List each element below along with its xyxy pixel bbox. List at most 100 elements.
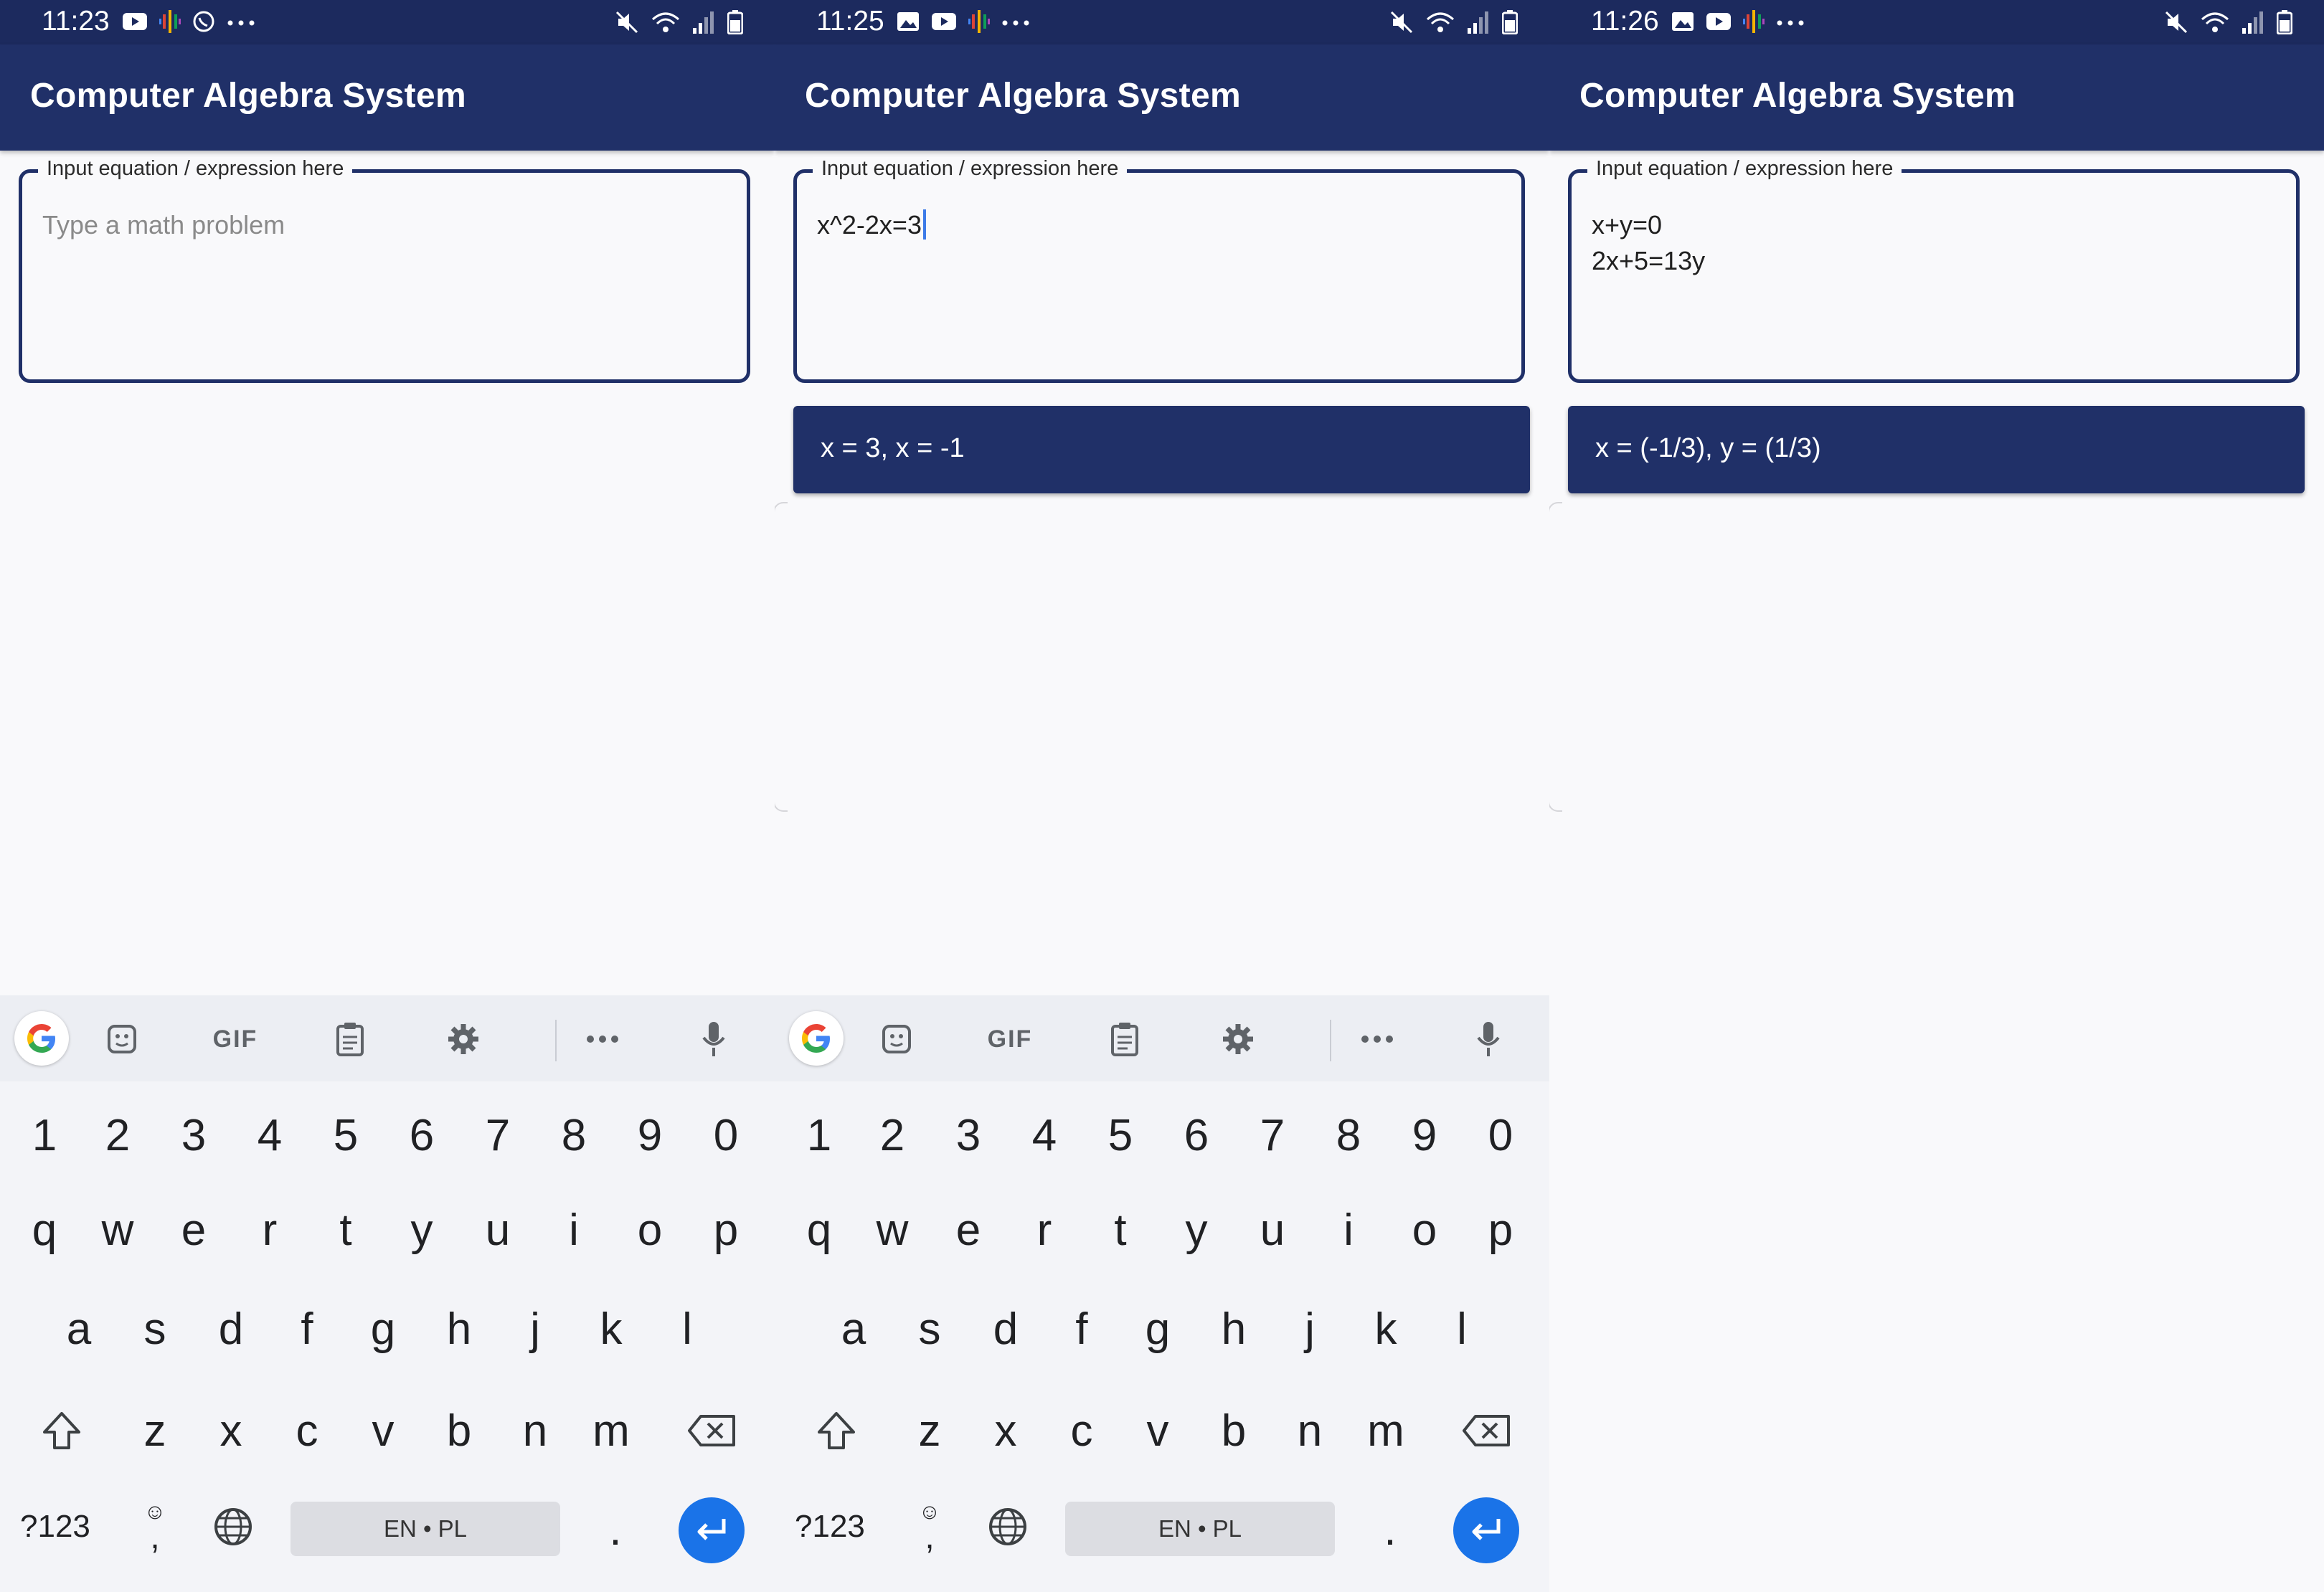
key-5[interactable]: 5 <box>1086 1096 1155 1175</box>
more-icon[interactable] <box>577 1014 628 1064</box>
comma-emoji-key[interactable]: ☺, <box>121 1487 189 1566</box>
key-l[interactable]: l <box>653 1289 722 1368</box>
key-f[interactable]: f <box>273 1289 341 1368</box>
comma-emoji-key[interactable]: ☺, <box>895 1487 964 1566</box>
key-v[interactable]: v <box>1123 1391 1192 1470</box>
key-4[interactable]: 4 <box>1010 1096 1079 1175</box>
key-1[interactable]: 1 <box>785 1096 854 1175</box>
key-6[interactable]: 6 <box>1162 1096 1231 1175</box>
key-7[interactable]: 7 <box>463 1096 532 1175</box>
key-d[interactable]: d <box>197 1289 265 1368</box>
key-z[interactable]: z <box>121 1391 189 1470</box>
key-b[interactable]: b <box>425 1391 493 1470</box>
key-q[interactable]: q <box>785 1190 854 1269</box>
key-x[interactable]: x <box>971 1391 1040 1470</box>
equation-input[interactable]: Input equation / expression here x^2-2x=… <box>793 157 1525 383</box>
key-0[interactable]: 0 <box>691 1096 760 1175</box>
key-p[interactable]: p <box>1466 1190 1535 1269</box>
key-4[interactable]: 4 <box>235 1096 304 1175</box>
key-r[interactable]: r <box>235 1190 304 1269</box>
space-bar[interactable]: EN • PL <box>290 1502 560 1556</box>
key-l[interactable]: l <box>1427 1289 1496 1368</box>
backspace-key[interactable] <box>1452 1391 1521 1470</box>
sticker-icon[interactable] <box>97 1014 147 1064</box>
key-m[interactable]: m <box>1351 1391 1420 1470</box>
key-n[interactable]: n <box>501 1391 570 1470</box>
key-j[interactable]: j <box>1275 1289 1344 1368</box>
key-7[interactable]: 7 <box>1238 1096 1307 1175</box>
key-u[interactable]: u <box>463 1190 532 1269</box>
shift-key[interactable] <box>802 1391 871 1470</box>
gear-icon[interactable] <box>438 1014 488 1064</box>
key-u[interactable]: u <box>1238 1190 1307 1269</box>
key-y[interactable]: y <box>1162 1190 1231 1269</box>
key-z[interactable]: z <box>895 1391 964 1470</box>
key-a[interactable]: a <box>819 1289 888 1368</box>
key-g[interactable]: g <box>1123 1289 1192 1368</box>
key-k[interactable]: k <box>1351 1289 1420 1368</box>
key-6[interactable]: 6 <box>387 1096 456 1175</box>
key-n[interactable]: n <box>1275 1391 1344 1470</box>
key-g[interactable]: g <box>349 1289 417 1368</box>
clipboard-icon[interactable] <box>1100 1014 1150 1064</box>
key-e[interactable]: e <box>159 1190 228 1269</box>
key-e[interactable]: e <box>934 1190 1003 1269</box>
key-m[interactable]: m <box>577 1391 646 1470</box>
space-bar[interactable]: EN • PL <box>1065 1502 1335 1556</box>
gear-icon[interactable] <box>1213 1014 1263 1064</box>
key-9[interactable]: 9 <box>615 1096 684 1175</box>
gif-button[interactable]: GIF <box>210 1014 260 1064</box>
equation-input[interactable]: Input equation / expression here Type a … <box>19 157 750 383</box>
key-w[interactable]: w <box>858 1190 927 1269</box>
key-o[interactable]: o <box>1390 1190 1459 1269</box>
key-2[interactable]: 2 <box>858 1096 927 1175</box>
mic-icon[interactable] <box>1463 1014 1513 1064</box>
key-d[interactable]: d <box>971 1289 1040 1368</box>
key-3[interactable]: 3 <box>159 1096 228 1175</box>
key-y[interactable]: y <box>387 1190 456 1269</box>
gif-button[interactable]: GIF <box>985 1014 1035 1064</box>
symbols-key[interactable]: ?123 <box>795 1509 865 1545</box>
key-p[interactable]: p <box>691 1190 760 1269</box>
key-t[interactable]: t <box>311 1190 380 1269</box>
key-0[interactable]: 0 <box>1466 1096 1535 1175</box>
more-icon[interactable] <box>1352 1014 1402 1064</box>
google-icon[interactable] <box>14 1011 69 1066</box>
key-r[interactable]: r <box>1010 1190 1079 1269</box>
key-w[interactable]: w <box>83 1190 152 1269</box>
key-s[interactable]: s <box>895 1289 964 1368</box>
globe-icon[interactable] <box>973 1487 1042 1566</box>
key-3[interactable]: 3 <box>934 1096 1003 1175</box>
shift-key[interactable] <box>27 1391 96 1470</box>
symbols-key[interactable]: ?123 <box>20 1509 90 1545</box>
key-8[interactable]: 8 <box>1314 1096 1383 1175</box>
key-h[interactable]: h <box>1199 1289 1268 1368</box>
key-i[interactable]: i <box>539 1190 608 1269</box>
mic-icon[interactable] <box>689 1014 739 1064</box>
globe-icon[interactable] <box>199 1487 268 1566</box>
key-f[interactable]: f <box>1047 1289 1116 1368</box>
key-k[interactable]: k <box>577 1289 646 1368</box>
key-v[interactable]: v <box>349 1391 417 1470</box>
key-8[interactable]: 8 <box>539 1096 608 1175</box>
key-1[interactable]: 1 <box>10 1096 79 1175</box>
key-2[interactable]: 2 <box>83 1096 152 1175</box>
key-h[interactable]: h <box>425 1289 493 1368</box>
key-a[interactable]: a <box>44 1289 113 1368</box>
key-9[interactable]: 9 <box>1390 1096 1459 1175</box>
google-icon[interactable] <box>789 1011 844 1066</box>
key-s[interactable]: s <box>121 1289 189 1368</box>
clipboard-icon[interactable] <box>325 1014 375 1064</box>
period-key[interactable]: . <box>581 1490 650 1569</box>
backspace-key[interactable] <box>678 1391 747 1470</box>
enter-key[interactable] <box>1453 1497 1519 1563</box>
key-i[interactable]: i <box>1314 1190 1383 1269</box>
sticker-icon[interactable] <box>872 1014 922 1064</box>
key-c[interactable]: c <box>1047 1391 1116 1470</box>
key-x[interactable]: x <box>197 1391 265 1470</box>
key-j[interactable]: j <box>501 1289 570 1368</box>
key-q[interactable]: q <box>10 1190 79 1269</box>
period-key[interactable]: . <box>1356 1490 1425 1569</box>
key-o[interactable]: o <box>615 1190 684 1269</box>
key-5[interactable]: 5 <box>311 1096 380 1175</box>
